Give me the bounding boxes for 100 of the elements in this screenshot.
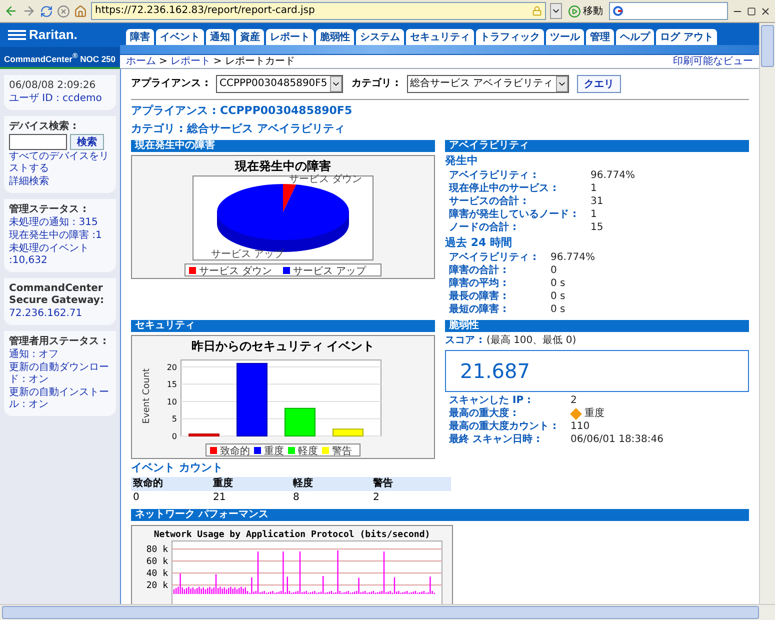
- table-cell-text: 21: [212, 491, 227, 505]
- nav-tab[interactable]: 資産: [236, 28, 264, 45]
- refresh-icon[interactable]: [40, 4, 53, 18]
- stat-label: 障害の合計 :: [449, 265, 508, 277]
- status-link[interactable]: 未処理の通知 : 315: [9, 217, 111, 229]
- home-icon[interactable]: [74, 4, 87, 18]
- score-label: スコア :: [445, 335, 482, 347]
- chart-title: 昨日からのセキュリティ イベント: [192, 339, 374, 353]
- query-button[interactable]: クエリ: [576, 75, 621, 93]
- legend-label: 軽度: [298, 446, 318, 457]
- nav-tab[interactable]: 脆弱性: [316, 28, 354, 45]
- stat-value: 15: [590, 222, 604, 234]
- nav-tab[interactable]: レポート: [266, 28, 314, 45]
- go-button[interactable]: 移動: [566, 4, 605, 18]
- bar: [284, 408, 316, 436]
- score-value: 21.687: [460, 365, 530, 377]
- breadcrumb-link[interactable]: レポート: [170, 56, 210, 68]
- stat-value: 0 s: [550, 291, 566, 303]
- stop-icon[interactable]: [57, 4, 70, 18]
- search-button[interactable]: 検索: [70, 134, 104, 150]
- restore-icon[interactable]: [747, 6, 756, 16]
- tick-label: 0: [172, 432, 177, 441]
- table-cell-text: 2: [372, 491, 380, 505]
- field-label: カテゴリ :: [351, 78, 399, 90]
- status-link[interactable]: 72.236.162.71: [9, 308, 111, 320]
- slice-label: サービス アップ: [211, 249, 284, 260]
- dropdown-button[interactable]: [550, 3, 562, 19]
- sidebar-link[interactable]: すべてのデバイスをリストする: [9, 151, 111, 175]
- report-heading: アプライアンス : CCPPP0030485890F5: [131, 104, 354, 118]
- appliance-select[interactable]: CCPPP0030485890F5: [216, 75, 344, 93]
- nav-tab[interactable]: システム: [356, 28, 404, 45]
- section-header: 現在発生中の障害: [131, 140, 435, 152]
- breadcrumb-link[interactable]: ホーム: [126, 56, 156, 68]
- close-icon[interactable]: [760, 6, 771, 16]
- legend-label: サービス ダウン: [199, 266, 272, 277]
- axis-label: Event Count: [142, 368, 152, 424]
- tick-label: 10: [166, 397, 177, 406]
- breadcrumb-link[interactable]: レポートカード: [224, 56, 295, 68]
- status-link[interactable]: 更新の自動インストール : オン: [9, 387, 111, 411]
- status-link[interactable]: 現在発生中の障害 :1: [9, 230, 111, 242]
- stat-label: 現在停止中のサービス :: [449, 183, 558, 195]
- stat-value: 重度: [584, 408, 604, 420]
- tick-label: 80 k: [146, 545, 168, 555]
- user-id: ユーザ ID : ccdemo: [9, 93, 103, 105]
- nav-tab[interactable]: イベント: [156, 28, 204, 45]
- stat-label: 最高の重大度 :: [449, 408, 518, 420]
- stat-label: ノードの合計 :: [449, 222, 518, 234]
- nav-tab[interactable]: 障害: [126, 28, 154, 45]
- breadcrumb-separator: >: [213, 56, 222, 68]
- nav-tab[interactable]: ヘルプ: [616, 28, 654, 45]
- scrollbar-thumb[interactable]: [761, 25, 774, 67]
- vertical-scrollbar[interactable]: [759, 23, 775, 604]
- search-field[interactable]: [609, 2, 728, 20]
- stat-value: 0 s: [550, 304, 566, 316]
- horizontal-scrollbar[interactable]: [0, 604, 775, 620]
- chart-title: Network Usage by Application Protocol (bits/second): [154, 530, 430, 540]
- nav-tab[interactable]: 管理: [586, 28, 614, 45]
- stat-label: アベイラビリティ :: [449, 252, 536, 264]
- print-link[interactable]: 印刷可能なビュー: [673, 56, 753, 68]
- device-search-field[interactable]: [9, 134, 67, 150]
- stat-label: 最高の重大度カウント :: [449, 421, 556, 433]
- legend-label: サービス アップ: [293, 266, 366, 277]
- column-header: 重度: [211, 477, 291, 491]
- tick-label: 20 k: [146, 581, 168, 591]
- sidebar-link[interactable]: 詳細検索: [9, 176, 111, 188]
- status-link[interactable]: 未処理のイベント :10,632: [9, 243, 111, 267]
- card-title: デバイス検索 :: [9, 121, 78, 133]
- stat-label: スキャンした IP :: [449, 395, 532, 407]
- scrollbar-thumb[interactable]: [2, 606, 759, 619]
- nav-tab[interactable]: ツール: [546, 28, 584, 45]
- bar: [188, 434, 220, 436]
- forward-icon[interactable]: [22, 4, 36, 18]
- tick-label: 40 k: [146, 569, 168, 579]
- logo-icon: [8, 28, 26, 41]
- back-icon[interactable]: [4, 4, 18, 18]
- score-range: (最高 100、最低 0): [486, 335, 576, 347]
- stat-label: サービスの合計 :: [449, 196, 528, 208]
- stat-value: 96.774%: [590, 170, 636, 182]
- nav-tab[interactable]: セキュリティ: [406, 28, 474, 45]
- nav-tab[interactable]: 通知: [206, 28, 234, 45]
- status-link[interactable]: 通知 : オフ: [9, 349, 111, 361]
- field-label: アプライアンス :: [131, 78, 208, 90]
- status-link[interactable]: 更新の自動ダウンロード : オン: [9, 362, 111, 386]
- group-title: 過去 24 時間: [445, 237, 513, 249]
- nav-tab[interactable]: ログ アウト: [656, 28, 718, 45]
- date-time: 06/08/08 2:09:26: [9, 80, 97, 92]
- report-heading: カテゴリ : 総合サービス アベイラビリティ: [131, 122, 346, 136]
- tick-label: 15: [166, 380, 177, 390]
- section-header: 脆弱性: [445, 320, 749, 332]
- severity-icon: [570, 408, 582, 420]
- nav-tab[interactable]: トラフィック: [476, 28, 544, 45]
- stat-value: 96.774%: [550, 252, 596, 264]
- breadcrumb-separator: >: [159, 56, 168, 68]
- legend-label: 重度: [264, 446, 284, 457]
- stat-label: 最終 スキャン日時 :: [449, 434, 541, 446]
- category-select[interactable]: 総合サービス アベイラビリティ: [406, 75, 569, 93]
- tick-label: 20: [166, 362, 177, 372]
- stat-value: 1: [590, 183, 598, 195]
- address-field[interactable]: https://72.236.162.83/report/report-card.jsp: [91, 2, 546, 20]
- stat-value: 0: [550, 265, 558, 277]
